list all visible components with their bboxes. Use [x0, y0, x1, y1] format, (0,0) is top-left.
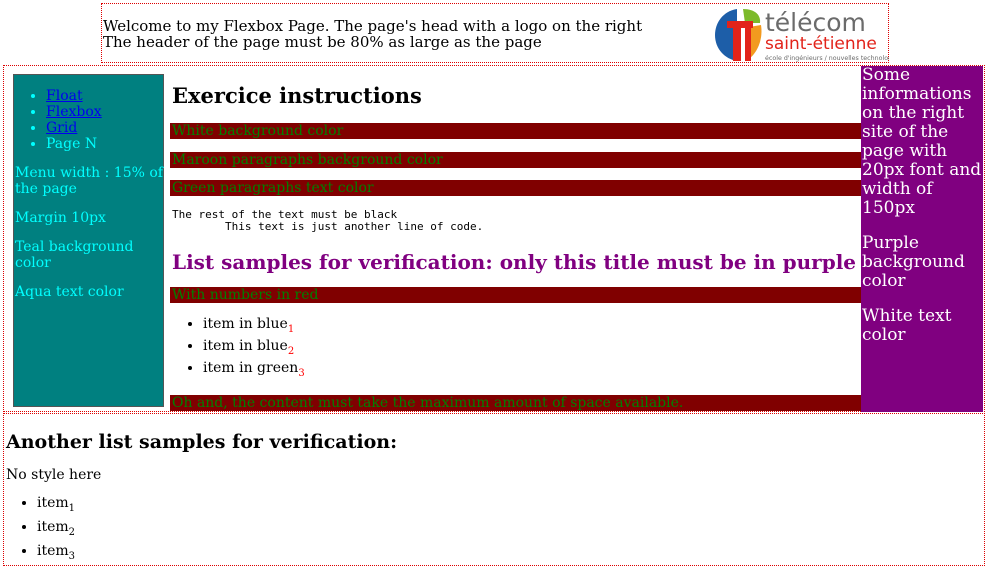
aside-paragraph-info: Some informations on the right site of t… [862, 65, 982, 218]
item-label: item in blue [203, 337, 288, 354]
header-line-2: The header of the page must be 80% as la… [103, 33, 542, 51]
list-title: List samples for verification: only this… [172, 250, 857, 274]
list-item: item in blue2 [203, 338, 862, 360]
item-number: 3 [68, 550, 76, 562]
footer-note: No style here [6, 467, 102, 483]
numbers-note: With numbers in red [170, 287, 862, 303]
item-number: 1 [68, 502, 76, 514]
telecom-logo-graphic: télécom saint-étienne école d'ingénieurs… [715, 8, 901, 62]
aside-paragraph-text-color: White text color [862, 306, 952, 345]
side-menu: Float Flexbox Grid Page N Menu width : 1… [13, 74, 164, 407]
menu-item-grid[interactable]: Grid [46, 120, 163, 136]
menu-link-flexbox[interactable]: Flexbox [46, 104, 102, 120]
list-item: item1 [37, 494, 984, 518]
item-label: item [37, 542, 69, 559]
list-item: item2 [37, 518, 984, 542]
telecom-logo: télécom saint-étienne école d'ingénieurs… [709, 5, 901, 63]
item-label: item in blue [203, 316, 288, 332]
code-line-2: This text is just another line of code. [172, 220, 484, 233]
menu-item-page-n: Page N [46, 136, 163, 152]
item-number: 2 [287, 345, 295, 357]
page-header: Welcome to my Flexbox Page. The page's h… [101, 3, 901, 63]
logo-tagline: école d'ingénieurs / nouvelles technolog… [765, 54, 889, 62]
item-number: 3 [298, 367, 305, 379]
footer-item-list: item1 item2 item3 [4, 494, 984, 565]
menu-note-margin: Margin 10px [15, 210, 106, 226]
list-item: item in green3 [203, 360, 862, 382]
instruction-maroon-background: Maroon paragraphs background color [170, 152, 862, 168]
list-item: item in blue1 [203, 316, 862, 338]
logo-word-saint-etienne: saint-étienne [765, 34, 877, 54]
menu-item-flexbox[interactable]: Flexbox [46, 104, 163, 120]
footer-title: Another list samples for verification: [6, 431, 398, 453]
list-item: item3 [37, 542, 984, 566]
colored-item-list: item in blue1 item in blue2 item in gree… [170, 316, 862, 381]
item-label: item [37, 518, 69, 535]
page-footer: Another list samples for verification: N… [3, 413, 985, 566]
menu-note-background: Teal background color [15, 239, 134, 271]
logo-word-telecom: télécom [765, 8, 866, 37]
item-number: 2 [68, 526, 76, 538]
item-label: item [37, 495, 69, 511]
item-label: item in green [203, 359, 299, 376]
main-content: Exercice instructions White background c… [170, 66, 862, 413]
menu-link-grid[interactable]: Grid [46, 120, 77, 136]
aside-paragraph-background: Purple background color [862, 233, 965, 291]
menu-note-text-color: Aqua text color [15, 284, 124, 300]
header-line-1: Welcome to my Flexbox Page. The page's h… [103, 17, 643, 35]
content-title: Exercice instructions [172, 83, 422, 108]
header-text: Welcome to my Flexbox Page. The page's h… [103, 18, 642, 50]
item-number: 1 [287, 323, 295, 335]
menu-link-float[interactable]: Float [46, 88, 83, 104]
instruction-green-text: Green paragraphs text color [170, 180, 862, 196]
menu-list: Float Flexbox Grid Page N [14, 88, 163, 152]
final-note: Oh and, the content must take the maximu… [170, 395, 862, 412]
instruction-white-background: White background color [170, 123, 862, 139]
main-container: Float Flexbox Grid Page N Menu width : 1… [3, 65, 985, 412]
right-aside: Some informations on the right site of t… [861, 66, 983, 412]
menu-item-float[interactable]: Float [46, 88, 163, 104]
menu-note-width: Menu width : 15% of the page [15, 165, 163, 197]
